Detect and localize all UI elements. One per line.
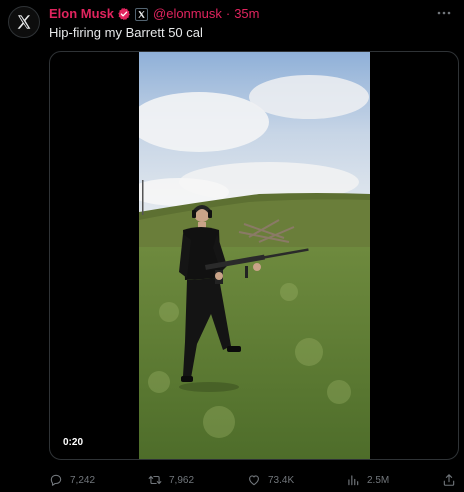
like-button[interactable]: 73.4K — [247, 472, 294, 488]
author-name[interactable]: Elon Musk — [49, 6, 114, 22]
views-count: 2.5M — [367, 474, 390, 486]
tweet-header: Elon Musk @elonmusk · 35m — [49, 6, 260, 22]
x-affiliation-icon[interactable] — [135, 7, 149, 21]
views-icon — [348, 475, 359, 486]
author-handle[interactable]: @elonmusk — [153, 6, 222, 22]
post-text: Hip-firing my Barrett 50 cal — [49, 25, 203, 40]
repost-icon — [148, 475, 162, 485]
video-duration: 0:20 — [59, 435, 88, 450]
share-button[interactable] — [442, 472, 456, 488]
x-logo-icon — [17, 15, 31, 29]
views-button[interactable]: 2.5M — [346, 472, 389, 488]
post-time[interactable]: 35m — [234, 6, 259, 22]
tweet: Elon Musk @elonmusk · 35m Hip-firing my … — [0, 0, 464, 492]
action-bar: 7,242 7,962 73.4K 2.5M — [49, 472, 459, 488]
like-count: 73.4K — [268, 474, 295, 486]
heart-icon — [249, 475, 259, 486]
avatar[interactable] — [8, 6, 40, 38]
separator: · — [225, 6, 231, 21]
repost-button[interactable]: 7,962 — [148, 472, 194, 488]
verified-badge-icon[interactable] — [117, 7, 131, 21]
reply-button[interactable]: 7,242 — [49, 472, 95, 488]
reply-count: 7,242 — [70, 474, 96, 486]
video-player[interactable]: 0:20 — [49, 51, 459, 460]
more-button[interactable] — [436, 7, 452, 19]
video-thumbnail — [139, 52, 370, 459]
share-icon — [443, 474, 455, 486]
repost-count: 7,962 — [169, 474, 195, 486]
video-frame[interactable] — [139, 52, 370, 459]
more-horizontal-icon — [437, 11, 451, 15]
reply-icon — [50, 474, 62, 486]
